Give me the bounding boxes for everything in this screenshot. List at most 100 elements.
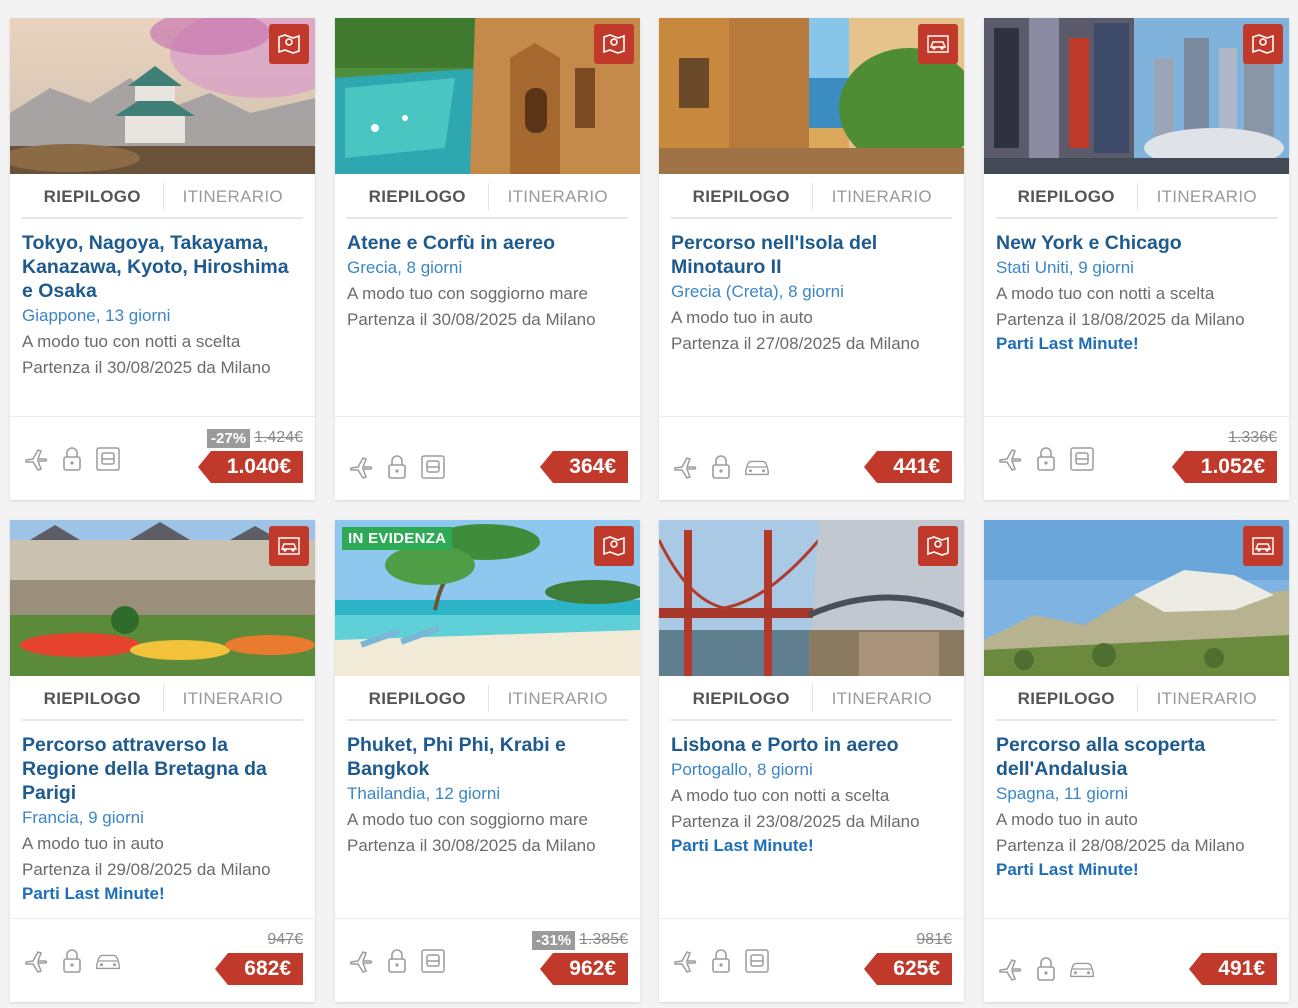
map-route-icon (269, 24, 309, 64)
card-image[interactable] (984, 18, 1289, 174)
transfer-icon (419, 453, 447, 481)
tab-itinerary[interactable]: ITINERARIO (163, 676, 304, 719)
offer-departure: Partenza il 30/08/2025 da Milano (22, 358, 271, 377)
tab-itinerary[interactable]: ITINERARIO (1137, 676, 1278, 719)
old-price: 1.424€ (254, 429, 303, 446)
tab-itinerary[interactable]: ITINERARIO (163, 174, 304, 217)
last-minute-label: Parti Last Minute! (22, 884, 165, 903)
offer-title[interactable]: Percorso attraverso la Regione della Bre… (22, 733, 303, 805)
price-tag[interactable]: 364€ (540, 451, 628, 483)
tab-summary[interactable]: RIEPILOGO (347, 174, 488, 217)
card-image[interactable] (659, 18, 964, 174)
tab-summary[interactable]: RIEPILOGO (22, 676, 163, 719)
tab-itinerary[interactable]: ITINERARIO (1137, 174, 1278, 217)
card-image[interactable] (10, 520, 315, 676)
offer-mode: A modo tuo con notti a scelta (996, 284, 1215, 303)
offer-title[interactable]: Percorso nell'Isola del Minotauro II (671, 231, 952, 279)
map-route-icon (918, 526, 958, 566)
card-tabs: RIEPILOGO ITINERARIO (347, 174, 628, 219)
price-tag[interactable]: 1.052€ (1171, 451, 1277, 483)
offer-mode: A modo tuo con notti a scelta (671, 786, 890, 805)
card-image[interactable] (659, 520, 964, 676)
offer-card[interactable]: IN EVIDENZA RIEPILOGO ITINERARIO Phuket,… (335, 520, 640, 1002)
tab-divider (1136, 685, 1138, 712)
offer-card[interactable]: RIEPILOGO ITINERARIO Percorso nell'Isola… (659, 18, 964, 500)
card-tabs: RIEPILOGO ITINERARIO (996, 676, 1277, 721)
price-block: 947€ 682€ (215, 929, 303, 985)
tab-itinerary[interactable]: ITINERARIO (812, 174, 953, 217)
price-block: 981€ 625€ (864, 929, 952, 985)
tab-summary[interactable]: RIEPILOGO (671, 676, 812, 719)
car-icon (94, 947, 122, 975)
offer-destination: Stati Uniti, 9 giorni (996, 258, 1134, 277)
card-footer: -27% 1.424€ 1.040€ (10, 416, 315, 500)
offer-card[interactable]: RIEPILOGO ITINERARIO Percorso alla scope… (984, 520, 1289, 1002)
lock-icon (58, 947, 86, 975)
card-body: Percorso alla scoperta dell'Andalusia Sp… (984, 721, 1289, 919)
offer-title[interactable]: New York e Chicago (996, 231, 1277, 255)
price-block: 364€ (540, 427, 628, 483)
card-body: Atene e Corfù in aereo Grecia, 8 giorni … (335, 219, 640, 417)
tab-itinerary[interactable]: ITINERARIO (488, 676, 629, 719)
plane-icon (996, 445, 1024, 473)
offer-card[interactable]: RIEPILOGO ITINERARIO Atene e Corfù in ae… (335, 18, 640, 500)
offer-title[interactable]: Tokyo, Nagoya, Takayama, Kanazawa, Kyoto… (22, 231, 303, 303)
offer-departure: Partenza il 23/08/2025 da Milano (671, 812, 920, 831)
offer-destination: Grecia (Creta), 8 giorni (671, 282, 844, 301)
offer-card[interactable]: RIEPILOGO ITINERARIO Percorso attraverso… (10, 520, 315, 1002)
price-tag[interactable]: 1.040€ (197, 451, 303, 483)
car-map-icon (269, 526, 309, 566)
tab-summary[interactable]: RIEPILOGO (671, 174, 812, 217)
old-price: 947€ (267, 931, 303, 948)
offer-card[interactable]: RIEPILOGO ITINERARIO Lisbona e Porto in … (659, 520, 964, 1002)
price-tag[interactable]: 682€ (215, 953, 303, 985)
tab-divider (487, 183, 489, 210)
offer-title[interactable]: Lisbona e Porto in aereo (671, 733, 952, 757)
discount-badge: -27% (207, 428, 251, 448)
card-footer: -31% 1.385€ 962€ (335, 918, 640, 1002)
offer-destination: Spagna, 11 giorni (996, 784, 1129, 803)
card-image[interactable] (984, 520, 1289, 676)
card-footer: 441€ (659, 416, 964, 500)
tab-itinerary[interactable]: ITINERARIO (812, 676, 953, 719)
card-body: Percorso nell'Isola del Minotauro II Gre… (659, 219, 964, 417)
offer-title[interactable]: Percorso alla scoperta dell'Andalusia (996, 733, 1277, 781)
card-footer: 364€ (335, 416, 640, 500)
offer-title[interactable]: Atene e Corfù in aereo (347, 231, 628, 255)
map-route-icon (594, 24, 634, 64)
offer-destination: Francia, 9 giorni (22, 808, 144, 827)
card-image[interactable] (10, 18, 315, 174)
plane-icon (347, 947, 375, 975)
tab-summary[interactable]: RIEPILOGO (996, 676, 1137, 719)
offer-card[interactable]: RIEPILOGO ITINERARIO Tokyo, Nagoya, Taka… (10, 18, 315, 500)
offers-grid: RIEPILOGO ITINERARIO Tokyo, Nagoya, Taka… (0, 0, 1298, 1008)
tab-summary[interactable]: RIEPILOGO (996, 174, 1137, 217)
price-tag[interactable]: 441€ (864, 451, 952, 483)
offer-destination: Portogallo, 8 giorni (671, 760, 813, 779)
transfer-icon (1068, 445, 1096, 473)
offer-mode: A modo tuo con notti a scelta (22, 332, 241, 351)
transfer-icon (743, 947, 771, 975)
offer-card[interactable]: RIEPILOGO ITINERARIO New York e Chicago … (984, 18, 1289, 500)
map-route-icon (1243, 24, 1283, 64)
card-body: Tokyo, Nagoya, Takayama, Kanazawa, Kyoto… (10, 219, 315, 417)
card-image[interactable]: IN EVIDENZA (335, 520, 640, 676)
plane-icon (671, 453, 699, 481)
plane-icon (671, 947, 699, 975)
price-tag[interactable]: 962€ (540, 953, 628, 985)
price-tag[interactable]: 491€ (1189, 953, 1277, 985)
price-tag[interactable]: 625€ (864, 953, 952, 985)
card-image[interactable] (335, 18, 640, 174)
tab-itinerary[interactable]: ITINERARIO (488, 174, 629, 217)
price-block: -31% 1.385€ 962€ (532, 929, 628, 985)
card-body: Percorso attraverso la Regione della Bre… (10, 721, 315, 919)
tab-summary[interactable]: RIEPILOGO (22, 174, 163, 217)
tab-summary[interactable]: RIEPILOGO (347, 676, 488, 719)
offer-departure: Partenza il 30/08/2025 da Milano (347, 836, 596, 855)
map-route-icon (594, 526, 634, 566)
old-price: 1.336€ (1228, 429, 1277, 446)
price-block: 441€ (864, 427, 952, 483)
offer-title[interactable]: Phuket, Phi Phi, Krabi e Bangkok (347, 733, 628, 781)
transfer-icon (94, 445, 122, 473)
offer-departure: Partenza il 30/08/2025 da Milano (347, 310, 596, 329)
